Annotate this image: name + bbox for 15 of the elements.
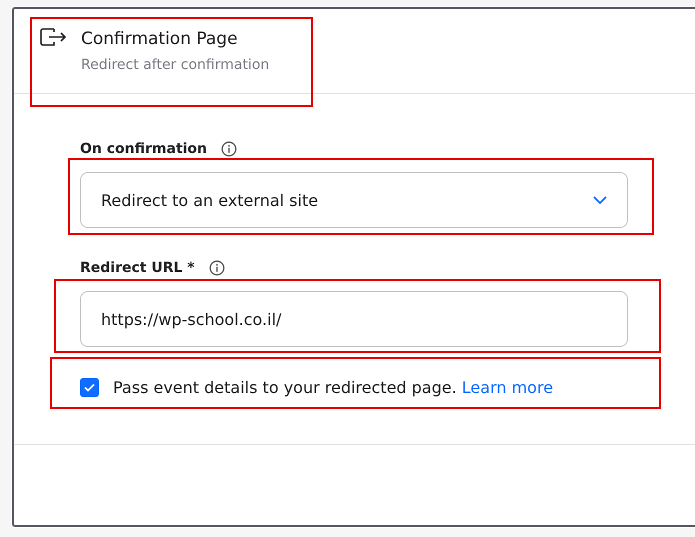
learn-more-link[interactable]: Learn more	[462, 378, 554, 397]
checkbox[interactable]	[80, 378, 99, 397]
section-subtitle: Redirect after confirmation	[81, 57, 270, 73]
url-input-field[interactable]: https://wp-school.co.il/	[80, 291, 628, 347]
exit-icon	[40, 28, 67, 46]
info-icon[interactable]	[221, 141, 238, 157]
checkbox-label: Pass event details to your redirected page. Learn more	[113, 378, 554, 397]
checkmark-icon	[84, 383, 95, 392]
dropdown[interactable]: Redirect to an external site	[80, 172, 628, 228]
chevron-down-icon	[593, 196, 607, 204]
field-label: Redirect URL *	[80, 260, 195, 276]
field-label: On confirmation	[80, 141, 208, 157]
info-icon[interactable]	[208, 260, 225, 276]
section-title: Confirmation Page	[81, 29, 239, 49]
dropdown-value: Redirect to an external site	[101, 190, 318, 210]
